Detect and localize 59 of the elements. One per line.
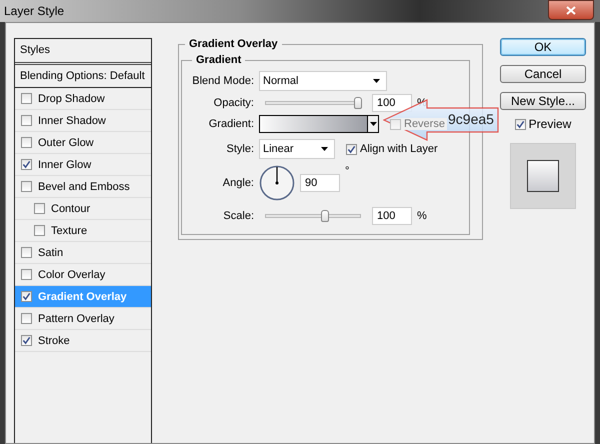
field-label: Blend Mode:: [191, 75, 254, 87]
checkbox[interactable]: [514, 118, 526, 130]
caret-icon: [370, 122, 376, 126]
field-label: Gradient:: [208, 118, 254, 130]
close-button[interactable]: [548, 0, 594, 20]
opacity-input[interactable]: 100: [372, 94, 412, 112]
checkbox[interactable]: [21, 115, 32, 126]
blend-mode-dropdown[interactable]: Normal: [259, 71, 387, 91]
unit-label: %: [417, 210, 427, 222]
blending-options-item[interactable]: Blending Options: Default: [15, 65, 151, 88]
gradient-picker[interactable]: [259, 115, 379, 133]
checkbox[interactable]: [21, 335, 32, 346]
close-icon: [566, 6, 576, 14]
preview-thumbnail: [510, 143, 576, 209]
style-list-item[interactable]: Contour: [15, 198, 151, 220]
style-list-item[interactable]: Outer Glow: [15, 132, 151, 154]
checkbox[interactable]: [34, 203, 45, 214]
checkbox-label: Align with Layer: [360, 143, 438, 155]
field-label: Opacity:: [212, 97, 254, 109]
dialog-button[interactable]: New Style...: [500, 92, 586, 110]
group-title: Gradient: [195, 54, 242, 66]
caret-icon: [321, 147, 328, 151]
checkbox[interactable]: [21, 269, 32, 280]
field-label: Scale:: [222, 210, 254, 222]
style-dropdown[interactable]: Linear: [259, 139, 335, 159]
unit-label: °: [345, 165, 350, 177]
field-label: Style:: [225, 143, 254, 155]
checkbox[interactable]: [346, 144, 357, 154]
group-title: Gradient Overlay: [188, 38, 279, 50]
style-list-item[interactable]: Inner Glow: [15, 154, 151, 176]
checkbox[interactable]: [21, 93, 32, 104]
checkbox[interactable]: [21, 137, 32, 148]
callout-label: 9c9ea5: [448, 111, 494, 127]
dialog-button[interactable]: Cancel: [500, 65, 586, 83]
dialog-button[interactable]: OK: [500, 38, 586, 56]
style-list-item[interactable]: Inner Shadow: [15, 110, 151, 132]
angle-input[interactable]: 90: [300, 174, 340, 192]
window-title: Layer Style: [4, 4, 64, 18]
style-list-item[interactable]: Satin: [15, 242, 151, 264]
checkbox[interactable]: [21, 159, 32, 170]
style-list-item[interactable]: Stroke: [15, 330, 151, 352]
field-label: Angle:: [222, 177, 254, 189]
scale-input[interactable]: 100: [372, 207, 412, 225]
style-list-item[interactable]: Pattern Overlay: [15, 308, 151, 330]
checkbox[interactable]: [21, 181, 32, 192]
slider-thumb[interactable]: [354, 97, 362, 109]
checkbox-label: Preview: [528, 117, 572, 131]
checkbox[interactable]: [21, 291, 32, 302]
checkbox[interactable]: [34, 225, 45, 236]
checkbox[interactable]: [21, 313, 32, 324]
style-list-item[interactable]: Texture: [15, 220, 151, 242]
style-list-item[interactable]: Bevel and Emboss: [15, 176, 151, 198]
style-list-item[interactable]: Drop Shadow: [15, 88, 151, 110]
checkbox-label: Reverse: [404, 118, 445, 130]
slider-thumb[interactable]: [320, 210, 329, 222]
angle-dial-icon[interactable]: [259, 165, 295, 201]
styles-header[interactable]: Styles: [15, 39, 151, 65]
caret-icon: [373, 79, 380, 83]
checkbox[interactable]: [21, 247, 32, 258]
